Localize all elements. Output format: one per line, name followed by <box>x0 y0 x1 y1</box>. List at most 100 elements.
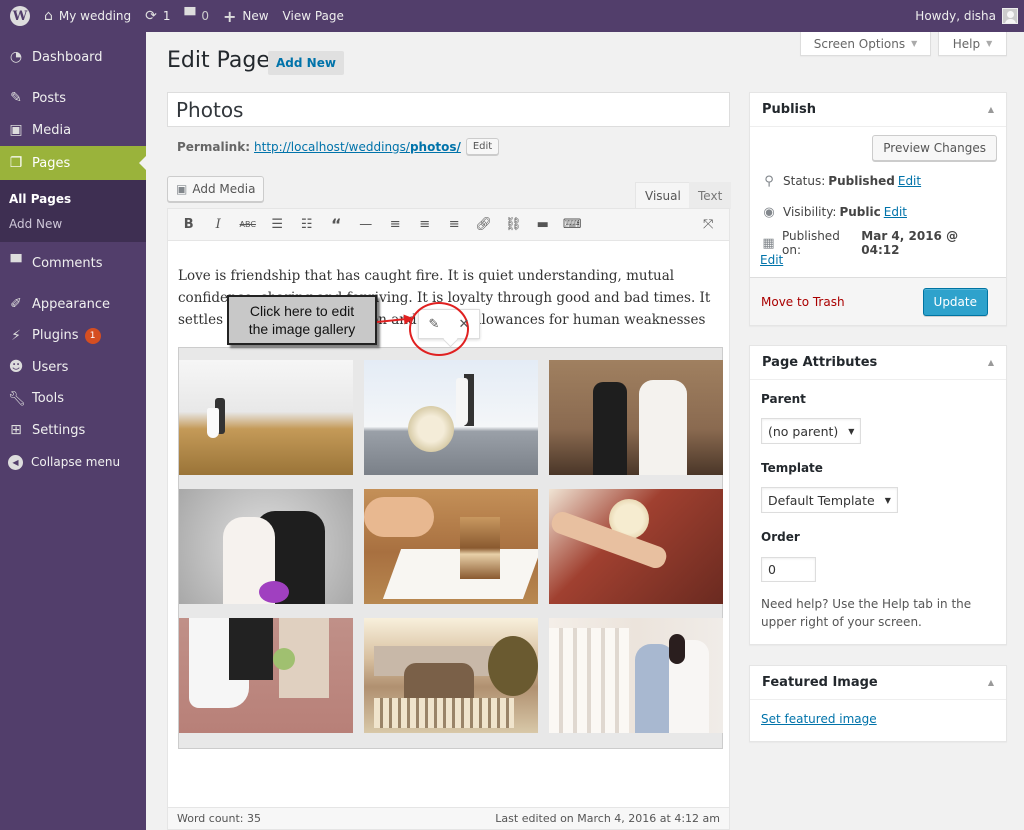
read-more-icon[interactable]: ▬ <box>528 217 558 232</box>
collapse-label: Collapse menu <box>31 455 121 469</box>
align-right-icon[interactable]: ≡ <box>440 217 470 232</box>
permalink-link[interactable]: http://localhost/weddings/photos/ <box>254 140 461 154</box>
annotation-arrow-head <box>403 313 415 325</box>
menu-label: Media <box>32 122 72 138</box>
menu-item-posts[interactable]: ✎ Posts <box>0 82 146 114</box>
plugins-update-badge: 1 <box>84 327 101 344</box>
site-name: My wedding <box>58 9 132 23</box>
menu-item-plugins[interactable]: ⚡ Plugins 1 <box>0 320 146 351</box>
published-on-label: Published on: <box>782 229 840 257</box>
published-on-row: ▦ Published on: Mar 4, 2016 @ 04:12 <box>750 229 1006 257</box>
strikethrough-icon[interactable]: ABC <box>233 220 263 229</box>
plug-icon: ⚡ <box>11 327 21 344</box>
blockquote-icon[interactable]: “ <box>322 215 352 234</box>
horizontal-line-icon[interactable]: — <box>351 217 381 232</box>
insert-link-icon[interactable]: 🔗︎ <box>469 217 499 232</box>
pencil-icon[interactable]: ✎ <box>429 317 440 332</box>
eye-icon: ◉ <box>763 204 775 220</box>
bulleted-list-icon[interactable]: ☰ <box>263 217 293 232</box>
admin-menu: ◔ Dashboard ✎ Posts ▣ Media ❐ Pages All … <box>0 32 146 830</box>
move-to-trash-link[interactable]: Move to Trash <box>761 295 845 309</box>
gallery-image <box>179 489 353 604</box>
caret-down-icon: ▼ <box>884 495 891 505</box>
collapse-menu-button[interactable]: ◀ Collapse menu <box>0 446 146 478</box>
new-label: New <box>242 9 269 23</box>
wordpress-logo-button[interactable]: W <box>0 0 37 32</box>
help-button[interactable]: Help ▼ <box>938 32 1007 56</box>
add-new-button[interactable]: Add New <box>268 51 344 75</box>
gallery-image <box>179 360 353 475</box>
update-button[interactable]: Update <box>922 287 988 316</box>
tab-text[interactable]: Text <box>689 182 732 209</box>
collapse-arrow-icon[interactable]: ▲ <box>988 358 994 367</box>
italic-icon[interactable]: I <box>204 217 234 232</box>
set-featured-image-link[interactable]: Set featured image <box>761 712 877 726</box>
add-media-button[interactable]: ▣ Add Media <box>167 176 265 202</box>
published-on-value: Mar 4, 2016 @ 04:12 <box>861 229 959 257</box>
align-left-icon[interactable]: ≡ <box>381 217 411 232</box>
wrench-icon: 🔧︎ <box>8 390 26 407</box>
fullscreen-icon[interactable]: ⤧ <box>694 217 724 232</box>
menu-item-pages[interactable]: ❐ Pages <box>0 146 146 180</box>
submenu-all-pages[interactable]: All Pages <box>0 186 146 211</box>
bold-icon[interactable]: B <box>174 217 204 232</box>
edit-visibility-link[interactable]: Edit <box>884 205 907 219</box>
menu-item-media[interactable]: ▣ Media <box>0 114 146 146</box>
preview-changes-button[interactable]: Preview Changes <box>872 135 997 161</box>
screen-options-button[interactable]: Screen Options ▼ <box>800 32 931 56</box>
parent-select[interactable]: (no parent) ▼ <box>761 418 862 444</box>
view-page-link[interactable]: View Page <box>276 0 351 32</box>
updates-icon: ⟳ <box>145 8 157 24</box>
toolbar-toggle-icon[interactable]: ⌨ <box>558 217 588 232</box>
permalink-base: http://localhost/weddings/ <box>254 139 410 154</box>
menu-label: Users <box>32 359 69 375</box>
publish-box-header[interactable]: Publish ▲ <box>750 93 1006 127</box>
wordpress-logo-icon: W <box>10 6 30 26</box>
edit-status-link[interactable]: Edit <box>898 174 921 188</box>
align-center-icon[interactable]: ≡ <box>410 217 440 232</box>
annotation-line-2: the image gallery <box>248 321 356 337</box>
menu-item-appearance[interactable]: ✐ Appearance <box>0 288 146 320</box>
menu-item-comments[interactable]: ▀ Comments <box>0 246 146 280</box>
close-icon[interactable]: ✕ <box>459 317 470 332</box>
visibility-value: Public <box>839 205 881 219</box>
featured-image-header[interactable]: Featured Image ▲ <box>750 666 1006 700</box>
menu-item-users[interactable]: ☻ Users <box>0 351 146 383</box>
dashboard-icon: ◔ <box>9 49 23 65</box>
collapse-arrow-icon[interactable]: ▲ <box>988 678 994 687</box>
template-label: Template <box>761 461 823 475</box>
remove-link-icon[interactable]: ⛓ <box>499 217 529 232</box>
menu-item-tools[interactable]: 🔧︎ Tools <box>0 383 146 414</box>
my-account-menu[interactable]: Howdy, disha <box>908 0 1024 32</box>
menu-label: Dashboard <box>32 49 103 65</box>
new-content-link[interactable]: + New <box>216 0 276 32</box>
gallery-image <box>364 489 538 604</box>
site-name-link[interactable]: ⌂ My wedding <box>37 0 138 32</box>
order-input[interactable]: 0 <box>761 557 816 582</box>
comments-count: 0 <box>201 9 209 23</box>
edit-permalink-button[interactable]: Edit <box>465 138 500 155</box>
collapse-arrow-icon[interactable]: ▲ <box>988 105 994 114</box>
comments-link[interactable]: ▀ 0 <box>178 0 216 32</box>
template-select[interactable]: Default Template ▼ <box>761 487 898 513</box>
menu-label: Settings <box>32 422 86 438</box>
numbered-list-icon[interactable]: ☷ <box>292 217 322 232</box>
view-page-label: View Page <box>282 9 344 23</box>
menu-item-settings[interactable]: ⊞ Settings <box>0 414 146 446</box>
menu-label: Appearance <box>32 296 111 312</box>
media-icon: ▣ <box>9 122 23 138</box>
post-title-input[interactable] <box>167 92 730 127</box>
gallery-toolbar: ✎ ✕ <box>418 309 480 339</box>
image-gallery[interactable] <box>178 347 723 749</box>
edit-date-link[interactable]: Edit <box>760 253 783 267</box>
updates-count: 1 <box>162 9 171 23</box>
page-attributes-help: Need help? Use the Help tab in the upper… <box>761 597 972 629</box>
page-attributes-header[interactable]: Page Attributes ▲ <box>750 346 1006 380</box>
submenu-add-new[interactable]: Add New <box>0 211 146 236</box>
publish-title: Publish <box>762 102 816 117</box>
gallery-image <box>549 618 723 733</box>
menu-item-dashboard[interactable]: ◔ Dashboard <box>0 40 146 74</box>
gallery-image <box>364 360 538 475</box>
tab-visual[interactable]: Visual <box>635 182 691 209</box>
updates-link[interactable]: ⟳ 1 <box>138 0 177 32</box>
